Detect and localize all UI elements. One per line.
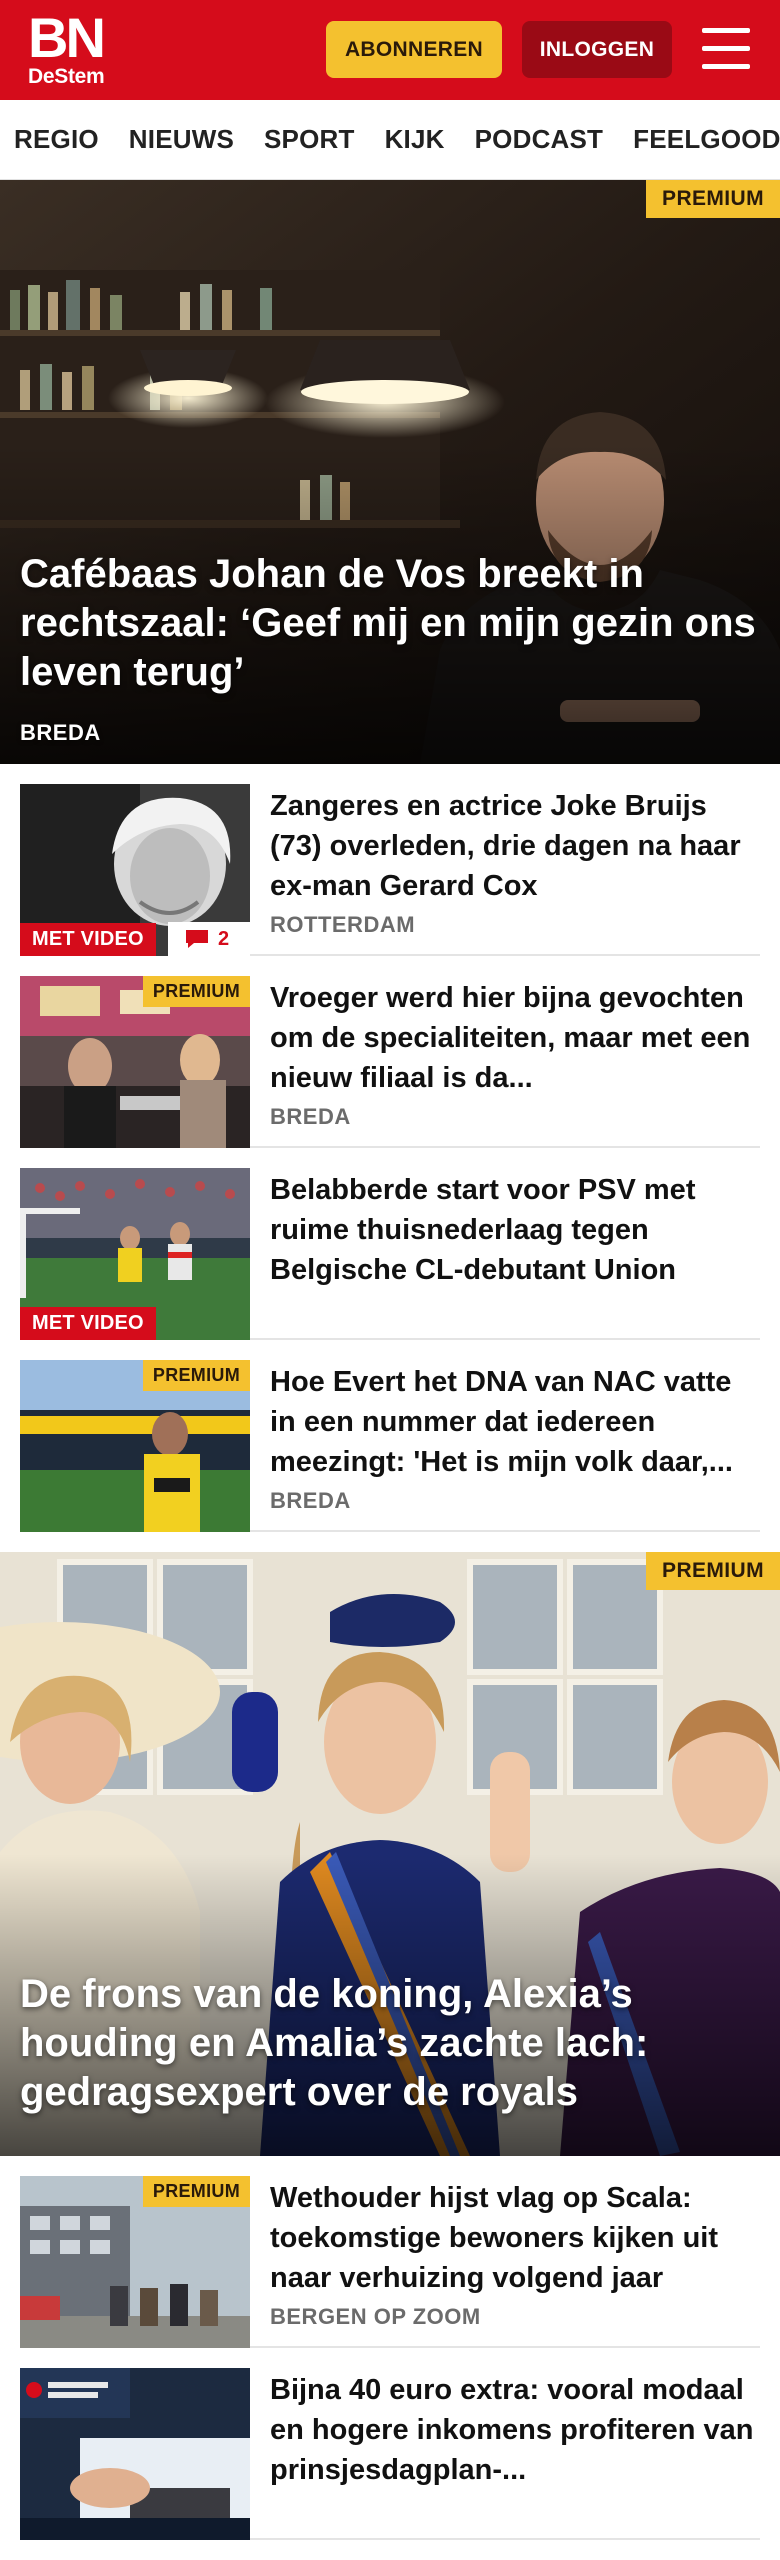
list-item[interactable]: PREMIUM Vroeger werd hier bijna gevochte… xyxy=(20,956,760,1148)
article-thumbnail: MET VIDEO 2 xyxy=(20,784,250,956)
main-nav: REGIO NIEUWS SPORT KIJK PODCAST FEELGOOD xyxy=(0,100,780,180)
subscribe-button[interactable]: ABONNEREN xyxy=(326,21,502,78)
nav-item-podcast[interactable]: PODCAST xyxy=(475,124,604,155)
site-logo[interactable]: BN DeStem xyxy=(28,6,128,90)
hero-1-location: BREDA xyxy=(20,720,101,745)
logo-sub-text: DeStem xyxy=(28,65,105,88)
premium-badge: PREMIUM xyxy=(142,2176,250,2207)
article-thumbnail: PREMIUM xyxy=(20,976,250,1148)
comment-icon xyxy=(186,930,208,948)
site-header: BN DeStem ABONNEREN INLOGGEN xyxy=(0,0,780,100)
list-item[interactable]: PREMIUM Wethouder hijst vlag op Scala: t… xyxy=(20,2156,760,2348)
video-badge: MET VIDEO xyxy=(20,923,156,956)
article-title[interactable]: Vroeger werd hier bijna gevochten om de … xyxy=(270,978,760,1098)
article-location: BREDA xyxy=(270,1104,351,1129)
login-button[interactable]: INLOGGEN xyxy=(522,21,672,78)
hero-2-title[interactable]: De frons van de koning, Alexia’s houding… xyxy=(20,1970,756,2117)
video-badge: MET VIDEO xyxy=(20,1307,156,1340)
list-item[interactable]: PREMIUM Hoe Evert het DNA van NAC vatte … xyxy=(20,1340,760,1532)
list-item[interactable]: MET VIDEO Belabberde start voor PSV met … xyxy=(20,1148,760,1340)
article-thumbnail: PREMIUM xyxy=(20,1360,250,1532)
hero-1-title[interactable]: Cafébaas Johan de Vos breekt in rechtsza… xyxy=(20,550,756,697)
list-item[interactable]: MET VIDEO 2 Zangeres en actrice Joke Bru… xyxy=(20,764,760,956)
nav-item-nieuws[interactable]: NIEUWS xyxy=(129,124,234,155)
article-title[interactable]: Belabberde start voor PSV met ruime thui… xyxy=(270,1170,760,1290)
comment-count[interactable]: 2 xyxy=(168,922,250,956)
comment-count-value: 2 xyxy=(218,927,230,950)
nav-item-kijk[interactable]: KIJK xyxy=(385,124,445,155)
article-location: ROTTERDAM xyxy=(270,912,416,937)
hero-article-2[interactable]: PREMIUM De frons van de koning, Alexia’s… xyxy=(0,1552,780,2156)
article-title[interactable]: Wethouder hijst vlag op Scala: toekomsti… xyxy=(270,2178,760,2298)
article-thumbnail: PREMIUM xyxy=(20,2176,250,2348)
nav-item-feelgood[interactable]: FEELGOOD xyxy=(633,124,780,155)
thumb-photo-geld xyxy=(20,2368,250,2540)
article-title[interactable]: Hoe Evert het DNA van NAC vatte in een n… xyxy=(270,1362,760,1482)
list-item[interactable]: Bijna 40 euro extra: vooral modaal en ho… xyxy=(20,2348,760,2540)
logo-main-text: BN xyxy=(28,6,106,69)
article-title[interactable]: Bijna 40 euro extra: vooral modaal en ho… xyxy=(270,2370,760,2490)
premium-badge: PREMIUM xyxy=(646,1552,780,1590)
article-location: BERGEN OP ZOOM xyxy=(270,2304,481,2329)
article-title[interactable]: Zangeres en actrice Joke Bruijs (73) ove… xyxy=(270,786,760,906)
hero-article-1[interactable]: PREMIUM Cafébaas Johan de Vos breekt in … xyxy=(0,180,780,764)
premium-badge: PREMIUM xyxy=(142,1360,250,1391)
nav-item-regio[interactable]: REGIO xyxy=(14,124,99,155)
article-thumbnail: MET VIDEO xyxy=(20,1168,250,1340)
article-thumbnail xyxy=(20,2368,250,2540)
nav-item-sport[interactable]: SPORT xyxy=(264,124,355,155)
article-location: BREDA xyxy=(270,1488,351,1513)
premium-badge: PREMIUM xyxy=(142,976,250,1007)
hamburger-icon[interactable] xyxy=(700,26,752,72)
premium-badge: PREMIUM xyxy=(646,180,780,218)
